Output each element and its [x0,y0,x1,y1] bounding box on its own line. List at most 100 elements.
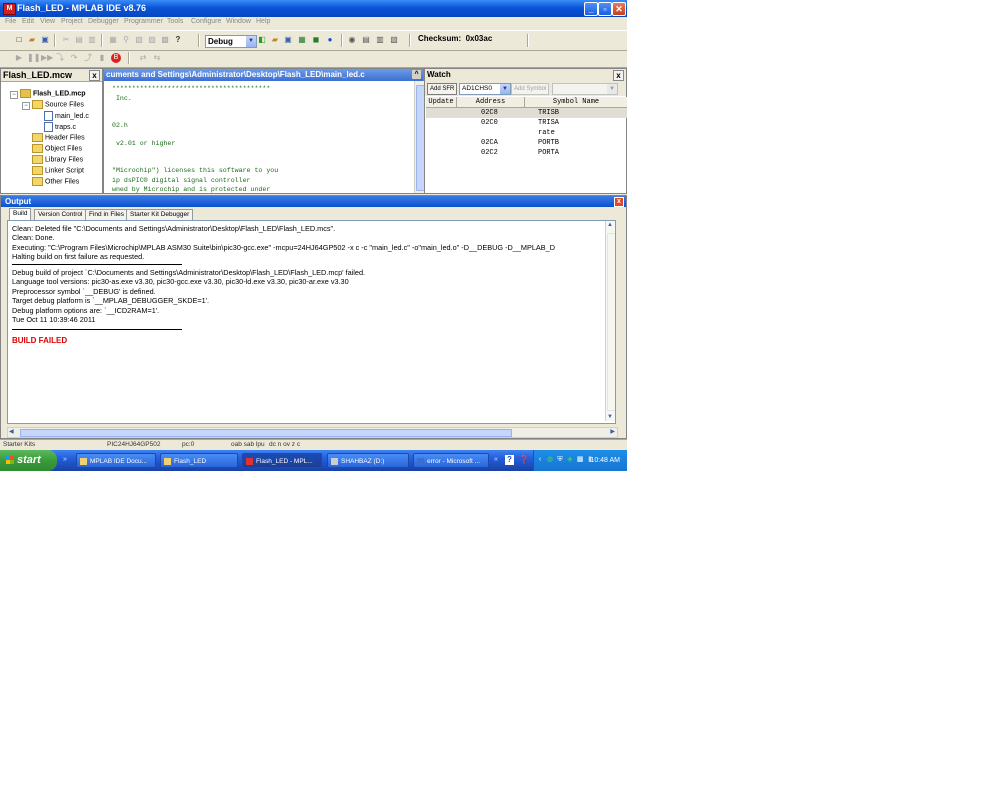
add-symbol-button[interactable]: Add Symbol [511,83,550,95]
tab-build[interactable]: Build [9,208,32,220]
paste-icon[interactable]: ▥ [87,35,97,45]
symbol-select[interactable]: ▼ [552,83,618,95]
menu-programmer[interactable]: Programmer [124,18,163,25]
code-editor[interactable]: cuments and Settings\Administrator\Deskt… [103,68,425,194]
workspace-close-icon[interactable]: x [89,70,100,81]
step-out-icon[interactable]: ⤴ [83,53,93,63]
menu-debugger[interactable]: Debugger [88,18,119,25]
tree-file-main-led[interactable]: main_led.c [44,111,89,121]
tree-linker-script[interactable]: Linker Script [32,166,84,175]
build-config-select[interactable]: Debug ▼ [205,35,257,48]
menu-window[interactable]: Window [226,18,251,25]
bookmark-icon[interactable]: ▨ [147,35,157,45]
output-horizontal-scrollbar[interactable]: ◀ ▶ [7,427,618,438]
cut-icon[interactable]: ✂ [61,35,71,45]
print-icon[interactable]: ▦ [108,35,118,45]
debug-icon[interactable]: ◉ [347,35,357,45]
find-in-files-icon[interactable]: ▧ [134,35,144,45]
security-icon[interactable]: ⛨ [556,456,564,464]
add-sfr-button[interactable]: Add SFR [427,83,458,95]
collapse-icon[interactable]: − [10,91,18,99]
start-button[interactable]: start [0,450,57,471]
column-header-address[interactable]: Address [457,97,525,108]
scroll-down-icon[interactable]: ▼ [607,414,613,420]
editor-maximize-icon[interactable]: ^ [412,70,421,79]
taskbar-item[interactable]: MPLAB IDE Docu... [76,453,156,468]
output-vertical-scrollbar[interactable]: ▲ ▼ [605,221,615,421]
tab-find-in-files[interactable]: Find in Files [85,209,129,220]
mplab-app-icon[interactable]: M [3,3,16,15]
build-icon[interactable]: ▦ [297,35,307,45]
info-icon[interactable]: ● [325,35,335,45]
menu-file[interactable]: File [5,18,16,25]
copy-icon[interactable]: ▤ [74,35,84,45]
sync-icon[interactable]: ◈ [566,456,574,464]
tree-header-files[interactable]: Header Files [32,133,85,142]
taskbar-item[interactable]: SHAHBAZ (D:) [327,453,409,468]
collapse-icon[interactable]: − [22,102,30,110]
open-project-icon[interactable]: ▰ [270,35,280,45]
scroll-left-icon[interactable]: ◀ [9,428,14,435]
connect-icon[interactable]: ⇄ [138,53,148,63]
tree-object-files[interactable]: Object Files [32,144,82,153]
memory-window-icon[interactable]: ▥ [375,35,385,45]
close-button[interactable]: ✕ [612,2,626,16]
help-icon[interactable]: ? [173,35,183,45]
network-icon[interactable]: ◍ [546,456,554,464]
menu-project[interactable]: Project [61,18,83,25]
animate-icon[interactable]: ▶▶ [41,53,53,63]
menu-view[interactable]: View [40,18,55,25]
sfr-select[interactable]: AD1CHS0 ▼ [459,83,511,95]
column-header-update[interactable]: Update [426,97,457,108]
make-icon[interactable]: ◼ [311,35,321,45]
new-file-icon[interactable]: □ [14,35,24,45]
scroll-up-icon[interactable]: ▲ [607,222,613,228]
tree-library-files[interactable]: Library Files [32,155,83,164]
open-file-icon[interactable]: ▰ [27,35,37,45]
menu-edit[interactable]: Edit [22,18,34,25]
save-project-icon[interactable]: ▣ [283,35,293,45]
tab-starter-kit-debugger[interactable]: Starter Kit Debugger [126,209,194,220]
disconnect-icon[interactable]: ⇆ [152,53,162,63]
run-icon[interactable]: ▶ [14,53,24,63]
watch-close-icon[interactable]: x [613,70,624,81]
menu-help[interactable]: Help [256,18,270,25]
disassembly-icon[interactable]: ▧ [389,35,399,45]
title-bar[interactable]: M Flash_LED - MPLAB IDE v8.76 _ ▫ ✕ [0,0,627,17]
step-over-icon[interactable]: ↷ [69,53,79,63]
build-output-text[interactable]: Clean: Deleted file "C:\Documents and Se… [7,220,616,424]
tray-icon[interactable]: ❓ [519,455,529,464]
step-into-icon[interactable]: ⤵ [55,53,65,63]
new-project-icon[interactable]: ◧ [257,35,267,45]
taskbar-item-active[interactable]: Flash_LED - MPL... [242,453,322,468]
halt-icon[interactable]: ❚❚ [27,53,40,63]
editor-scrollbar[interactable] [414,81,425,193]
minimize-button[interactable]: _ [584,2,598,16]
tree-other-files[interactable]: Other Files [32,177,79,186]
find-icon[interactable]: ⚲ [121,35,131,45]
taskbar-item[interactable]: error - Microsoft ... [413,453,489,468]
save-icon[interactable]: ▣ [40,35,50,45]
scrollbar-thumb[interactable] [20,429,512,437]
output-close-icon[interactable]: x [614,197,624,207]
tree-project[interactable]: Flash_LED.mcp [20,89,86,98]
watch-window-icon[interactable]: ▤ [361,35,371,45]
breakpoint-icon[interactable]: B [111,53,121,63]
tray-app-icon[interactable]: ▩ [576,456,584,464]
quick-launch-icon[interactable]: » [63,456,67,463]
tray-expand-icon[interactable]: ‹ [536,456,544,464]
tree-source-files[interactable]: Source Files [32,100,84,109]
tree-file-traps[interactable]: traps.c [44,122,76,132]
taskbar-item[interactable]: Flash_LED [160,453,238,468]
restore-button[interactable]: ▫ [598,2,612,16]
tab-version-control[interactable]: Version Control [34,209,87,220]
menu-tools[interactable]: Tools [167,18,183,25]
taskbar-overflow-icon[interactable]: « [494,456,498,463]
scrollbar-thumb[interactable] [607,233,615,411]
reset-icon[interactable]: ▮ [97,53,107,63]
indent-icon[interactable]: ▩ [160,35,170,45]
column-header-symbol[interactable]: Symbol Name [525,97,627,108]
table-row[interactable] [426,108,627,118]
scroll-right-icon[interactable]: ▶ [610,428,615,435]
menu-configure[interactable]: Configure [191,18,221,25]
